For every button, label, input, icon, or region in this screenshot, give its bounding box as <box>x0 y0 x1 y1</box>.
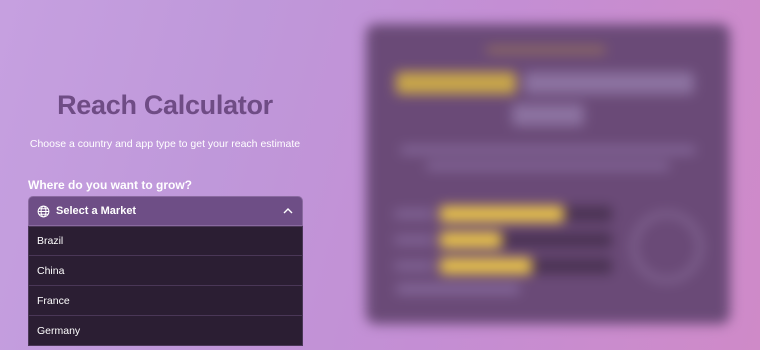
blurred-bar-label <box>394 262 434 270</box>
page-title: Reach Calculator <box>57 90 273 120</box>
market-option[interactable]: France <box>28 286 303 316</box>
page-subtitle: Choose a country and app type to get you… <box>29 138 301 150</box>
blurred-bar-label <box>394 210 434 218</box>
market-option[interactable]: Brazil <box>28 226 303 256</box>
chevron-up-icon[interactable] <box>282 205 294 217</box>
market-label: Where do you want to grow? <box>28 178 192 192</box>
blurred-headline-line2 <box>512 104 584 126</box>
market-option[interactable]: China <box>28 256 303 286</box>
market-options-list: Brazil China France Germany <box>28 226 303 346</box>
blurred-bar <box>440 258 612 274</box>
reach-calculator: Reach Calculator Choose a country and ap… <box>0 0 330 350</box>
blurred-bar <box>440 232 612 248</box>
blurred-bar-label <box>394 236 434 244</box>
blurred-play-icon <box>632 212 702 282</box>
blurred-text <box>426 162 670 170</box>
globe-icon <box>37 205 50 218</box>
blurred-preview-panel <box>366 24 730 324</box>
blurred-footnote <box>396 284 520 294</box>
market-select[interactable]: Select a Market <box>28 196 303 226</box>
blurred-bar <box>440 206 612 222</box>
blurred-headline <box>524 72 694 94</box>
blurred-headline-highlight <box>396 72 516 94</box>
blurred-text <box>400 146 696 154</box>
market-option[interactable]: Germany <box>28 316 303 346</box>
market-select-value: Select a Market <box>56 205 137 217</box>
blurred-eyebrow <box>486 46 606 54</box>
